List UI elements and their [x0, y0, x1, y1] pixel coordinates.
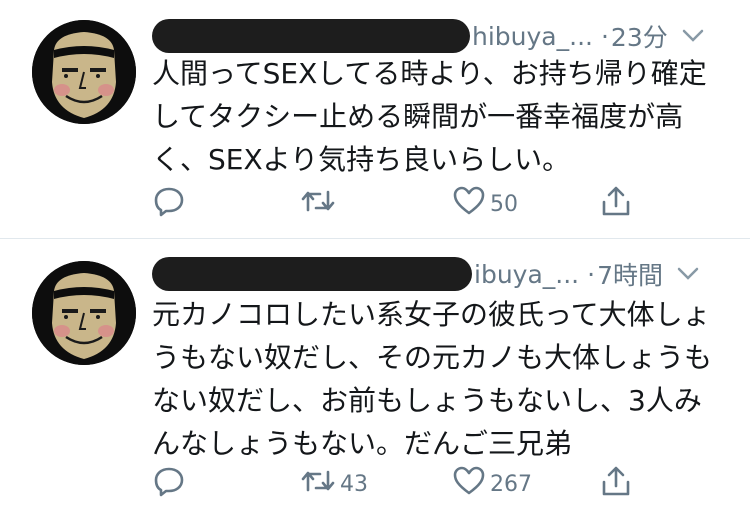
redacted-name [152, 257, 472, 291]
tweet-header: ibuya_... · 7時間 [152, 256, 730, 292]
tweet-text-line: してタクシー止める瞬間が一番幸福度が高 [152, 100, 684, 133]
tweet-text-line: ない奴だし、お前もしょうもないし、3人み [152, 384, 702, 417]
tweet-text-line: 元カノコロしたい系女子の彼氏って大体しょ [152, 298, 711, 331]
tweet-text-line: うもない奴だし、その元カノも大体しょうも [152, 341, 713, 374]
tweet-header: hibuya_... · 23分 [152, 18, 730, 54]
chevron-down-icon[interactable] [677, 263, 699, 285]
avatar[interactable] [32, 261, 136, 365]
retweet-icon [300, 464, 336, 504]
share-button[interactable] [599, 184, 633, 224]
retweet-count: 43 [340, 471, 368, 497]
tweet-text: 人間ってSEXしてる時より、お持ち帰り確定 してタクシー止める瞬間が一番幸福度が… [152, 52, 732, 181]
reply-icon [152, 184, 186, 224]
like-count: 50 [490, 191, 518, 217]
tweet-text-line: んなしょうもない。だんご三兄弟 [152, 427, 573, 460]
redacted-name [152, 19, 470, 53]
tweet-actions: 50 [152, 184, 652, 224]
share-icon [599, 464, 633, 504]
like-button[interactable]: 50 [452, 184, 518, 224]
user-handle[interactable]: hibuya_... [472, 22, 593, 51]
tweet-text-line: く、SEXより気持ち良いらしい。 [152, 143, 571, 176]
tweet-text-line: 人間ってSEXしてる時より、お持ち帰り確定 [152, 57, 707, 90]
share-icon [599, 184, 633, 224]
user-handle[interactable]: ibuya_... [474, 260, 579, 289]
avatar[interactable] [32, 20, 136, 124]
tweet[interactable]: ibuya_... · 7時間 元カノコロしたい系女子の彼氏って大体しょ うもな… [0, 239, 750, 511]
reply-button[interactable] [152, 464, 190, 504]
retweet-button[interactable]: 43 [300, 464, 368, 504]
retweet-button[interactable] [300, 184, 340, 224]
tweet-text: 元カノコロしたい系女子の彼氏って大体しょ うもない奴だし、その元カノも大体しょう… [152, 293, 732, 465]
timestamp[interactable]: 7時間 [597, 256, 663, 292]
separator: · [587, 259, 596, 289]
reply-button[interactable] [152, 184, 190, 224]
share-button[interactable] [599, 464, 633, 504]
heart-icon [452, 464, 486, 504]
tweet-actions: 43 267 [152, 464, 652, 504]
reply-icon [152, 464, 186, 504]
separator: · [600, 21, 609, 51]
like-count: 267 [490, 471, 532, 497]
like-button[interactable]: 267 [452, 464, 532, 504]
chevron-down-icon[interactable] [682, 25, 704, 47]
retweet-icon [300, 184, 336, 224]
heart-icon [452, 184, 486, 224]
timestamp[interactable]: 23分 [611, 18, 668, 54]
tweet[interactable]: hibuya_... · 23分 人間ってSEXしてる時より、お持ち帰り確定 し… [0, 0, 750, 238]
